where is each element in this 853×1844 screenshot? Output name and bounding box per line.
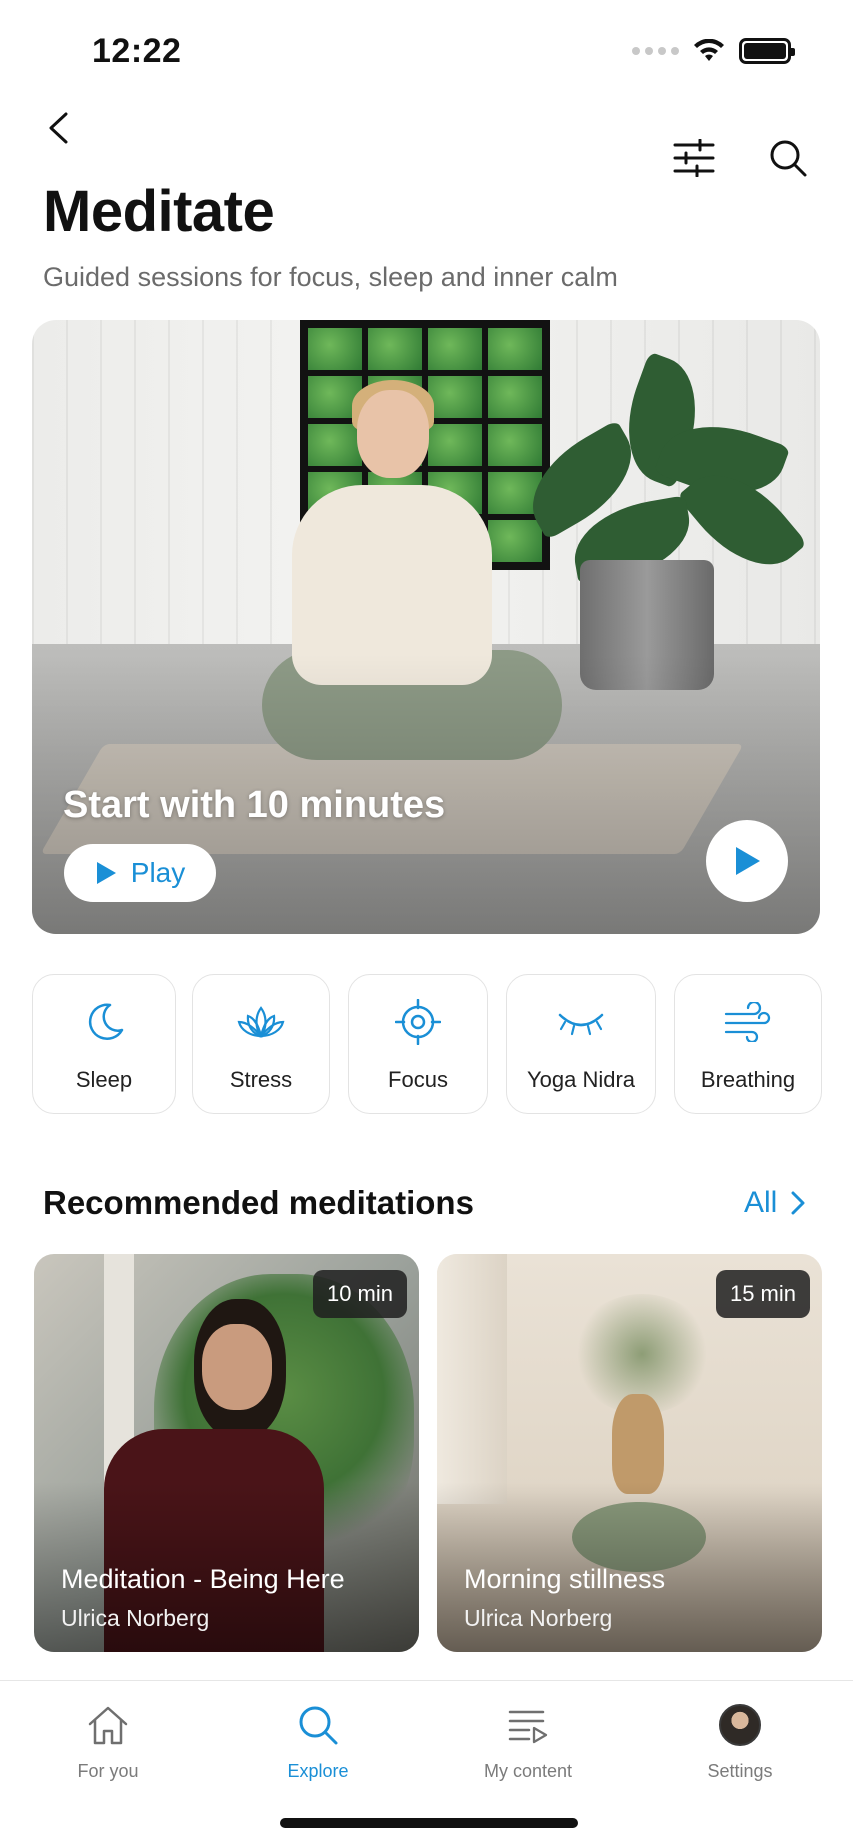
category-yoga-nidra[interactable]: Yoga Nidra xyxy=(506,974,656,1114)
tab-for-you[interactable]: For you xyxy=(33,1701,183,1791)
tab-settings[interactable]: Settings xyxy=(665,1701,815,1791)
section-title: Recommended meditations xyxy=(43,1184,474,1221)
cellular-signal-icon xyxy=(632,47,679,55)
category-label: Breathing xyxy=(700,1067,796,1092)
see-all-link[interactable]: All xyxy=(744,1186,805,1220)
playlist-icon xyxy=(504,1701,552,1749)
tab-label: Settings xyxy=(707,1761,773,1781)
card-author: Ulrica Norberg xyxy=(464,1605,613,1631)
card-title: Morning stillness xyxy=(464,1564,666,1594)
card-author: Ulrica Norberg xyxy=(61,1605,210,1631)
back-button[interactable] xyxy=(38,104,78,152)
tab-label: Explore xyxy=(287,1761,349,1781)
sliders-icon xyxy=(673,139,715,177)
category-focus[interactable]: Focus xyxy=(348,974,488,1114)
see-all-label: All xyxy=(744,1186,778,1219)
meditation-card[interactable]: 15 min Morning stillness Ulrica Norberg xyxy=(437,1254,822,1652)
search-button[interactable] xyxy=(762,132,814,184)
chevron-right-icon xyxy=(791,1191,805,1215)
target-icon xyxy=(393,997,443,1047)
duration-badge: 10 min xyxy=(312,1270,407,1318)
category-breathing[interactable]: Breathing xyxy=(674,974,822,1114)
page-title: Meditate xyxy=(43,179,275,244)
hero-title: Start with 10 minutes xyxy=(63,784,446,826)
wind-icon xyxy=(723,997,773,1047)
status-bar: 12:22 xyxy=(0,0,853,100)
search-icon xyxy=(294,1701,342,1749)
wifi-icon xyxy=(694,39,724,61)
category-label: Yoga Nidra xyxy=(526,1067,636,1092)
status-time: 12:22 xyxy=(92,32,182,70)
meditation-card[interactable]: 10 min Meditation - Being Here Ulrica No… xyxy=(34,1254,419,1652)
tab-label: My content xyxy=(483,1761,573,1781)
category-sleep[interactable]: Sleep xyxy=(32,974,176,1114)
home-indicator xyxy=(280,1818,578,1828)
tab-label: For you xyxy=(77,1761,139,1781)
category-label: Sleep xyxy=(75,1067,133,1092)
closed-eye-icon xyxy=(556,997,606,1047)
lotus-icon xyxy=(236,997,286,1047)
page-subtitle: Guided sessions for focus, sleep and inn… xyxy=(43,262,618,292)
category-list: Sleep Stress Focus Yoga Nidra Breathing xyxy=(32,974,822,1114)
chevron-left-icon xyxy=(49,112,68,144)
tab-explore[interactable]: Explore xyxy=(243,1701,393,1791)
hero-play-label: Play xyxy=(130,857,186,888)
duration-badge: 15 min xyxy=(715,1270,810,1318)
hero-round-play-button[interactable] xyxy=(706,820,788,902)
hero-play-button[interactable]: Play xyxy=(64,844,216,902)
category-label: Focus xyxy=(388,1067,448,1092)
play-icon xyxy=(736,847,760,875)
category-stress[interactable]: Stress xyxy=(192,974,330,1114)
play-icon xyxy=(96,862,116,884)
card-title: Meditation - Being Here xyxy=(61,1564,345,1594)
vase xyxy=(612,1394,664,1494)
tab-my-content[interactable]: My content xyxy=(453,1701,603,1791)
battery-icon xyxy=(739,38,795,64)
category-label: Stress xyxy=(229,1067,293,1092)
hero-card[interactable]: Start with 10 minutes Play xyxy=(32,320,820,934)
avatar xyxy=(719,1704,761,1746)
home-icon xyxy=(84,1701,132,1749)
status-icons xyxy=(632,38,795,64)
filter-button[interactable] xyxy=(668,132,720,184)
search-icon xyxy=(770,140,807,177)
moon-icon xyxy=(79,997,129,1047)
